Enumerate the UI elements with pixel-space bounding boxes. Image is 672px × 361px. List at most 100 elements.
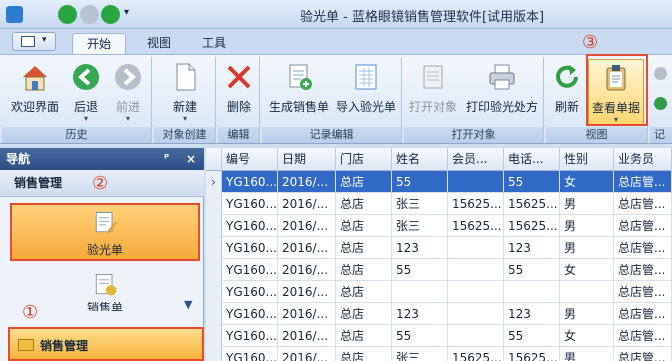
column-header-date[interactable]: 日期 [278,148,336,171]
group-create: 新建 ▾ 对象创建 [154,57,216,143]
ribbon-tabs: ▾ 开始 视图 工具 [0,29,672,54]
import-prescription-button[interactable]: 导入验光单 [334,59,398,123]
column-header-salesperson[interactable]: 业务员 [614,148,672,171]
tab-view[interactable]: 视图 [138,33,180,54]
sales-order-icon [289,64,312,90]
open-object-icon [423,65,443,89]
group-label-view: 视图 [546,127,647,143]
generate-sales-order-button[interactable]: 生成销售单 [266,59,332,123]
column-header-gender[interactable]: 性别 [560,148,614,171]
forward-arrow-icon [115,64,141,90]
cell-gender: 男 [560,193,614,215]
nav-module-label: 销售管理 [40,339,89,353]
cell-name: 张三 [392,347,448,361]
cell-phone: 55 [504,325,560,347]
close-icon[interactable]: × [186,148,196,170]
cell-phone: 123 [504,237,560,259]
nav-item-sales-order[interactable]: 销售单 [10,269,200,319]
table-row[interactable]: YG160... 2016/... 总店 张三 15625... 15625... 男总店管… [206,347,672,361]
table-row[interactable]: YG160... 2016/... 总店 张三 15625... 15625... 男总店管… [206,193,672,215]
column-header-id[interactable]: 编号 [222,148,278,171]
cell-name: 123 [392,237,448,259]
cell-store: 总店 [336,193,392,215]
cell-name: 123 [392,303,448,325]
row-indicator[interactable] [206,193,222,215]
back-button[interactable]: 后退 ▾ [66,59,106,123]
tab-start[interactable]: 开始 [72,33,126,54]
refresh-button[interactable]: 刷新 [548,59,586,123]
table-row[interactable]: YG160... 2016/... 总店 123 123 男总店管... [206,303,672,325]
forward-icon[interactable] [101,5,120,24]
back-icon[interactable] [80,5,99,24]
cell-id: YG160... [222,303,278,325]
up-icon[interactable] [654,67,667,80]
print-prescription-button[interactable]: 打印验光处方 [462,59,542,123]
tab-tools[interactable]: 工具 [193,33,235,54]
cell-name [392,281,448,303]
chevron-down-icon: ▾ [182,114,187,123]
delete-button[interactable]: 删除 [220,59,258,123]
cell-id: YG160... [222,325,278,347]
cell-gender: 男 [560,303,614,325]
row-indicator[interactable]: › [206,171,222,193]
cell-store: 总店 [336,215,392,237]
row-indicator[interactable] [206,259,222,281]
table-row[interactable]: › YG160... 2016/... 总店 55 55 女总店管... [206,171,672,193]
nav-item-prescription-label: 验光单 [86,243,123,257]
table-row[interactable]: YG160... 2016/... 总店 55 55 女总店管... [206,325,672,347]
quick-access-dropdown-icon[interactable]: ▾ [124,7,129,18]
forward-button[interactable]: 前进 ▾ [108,59,148,123]
cell-member [448,303,504,325]
cell-name: 55 [392,171,448,193]
row-indicator[interactable] [206,325,222,347]
cell-salesperson: 总店管... [614,193,672,215]
cell-id: YG160... [222,347,278,361]
cell-gender: 女 [560,171,614,193]
cell-id: YG160... [222,281,278,303]
cell-date: 2016/... [278,193,336,215]
grid-header: 编号 日期 门店 姓名 会员... 电话... 性别 业务员 [206,148,672,171]
column-header-name[interactable]: 姓名 [392,148,448,171]
down-icon[interactable] [654,97,667,110]
column-header-store[interactable]: 门店 [336,148,392,171]
app-icon[interactable] [6,6,23,23]
nav-title: 导航 [6,152,31,166]
row-indicator[interactable] [206,215,222,237]
row-indicator[interactable] [206,237,222,259]
app-menu-button[interactable]: ▾ [12,32,56,51]
cell-name: 张三 [392,215,448,237]
ribbon: 欢迎界面 后退 ▾ 前进 ▾ 历史 新建 ▾ 对象创建 删除 编辑 生成销售单 … [0,54,672,144]
scroll-down-icon[interactable]: ▼ [184,298,192,311]
table-row[interactable]: YG160... 2016/... 总店 123 123 男总店管... [206,237,672,259]
chevron-down-icon: ▾ [125,114,130,123]
cell-salesperson: 总店管... [614,347,672,361]
cell-date: 2016/... [278,171,336,193]
cell-phone: 15625... [504,215,560,237]
back-arrow-icon [73,64,99,90]
row-indicator[interactable] [206,347,222,361]
column-header-member[interactable]: 会员... [448,148,504,171]
open-object-button[interactable]: 打开对象 [406,59,460,123]
refresh-icon[interactable] [58,5,77,24]
nav-module-sales-management[interactable]: 销售管理 [8,327,204,361]
cell-date: 2016/... [278,347,336,361]
nav-item-prescription[interactable]: 验光单 [10,203,200,261]
new-button[interactable]: 新建 ▾ [158,59,212,123]
cell-member [448,281,504,303]
cell-member [448,237,504,259]
table-row[interactable]: YG160... 2016/... 总店 55 55 女总店管... [206,259,672,281]
welcome-button[interactable]: 欢迎界面 [6,59,64,123]
table-row[interactable]: YG160... 2016/... 总店 张三 15625... 15625... 男总店管… [206,215,672,237]
pin-icon[interactable]: ᴾ [164,148,169,170]
chevron-down-icon: ▾ [42,35,47,45]
cell-date: 2016/... [278,281,336,303]
chevron-down-icon: ▾ [83,114,88,123]
cell-phone: 55 [504,259,560,281]
column-header-phone[interactable]: 电话... [504,148,560,171]
row-indicator[interactable] [206,303,222,325]
table-row[interactable]: YG160... 2016/... 总店 总店管... [206,281,672,303]
row-indicator[interactable] [206,281,222,303]
cell-phone: 55 [504,171,560,193]
group-label-partial: 记 [650,127,672,143]
cell-salesperson: 总店管... [614,215,672,237]
